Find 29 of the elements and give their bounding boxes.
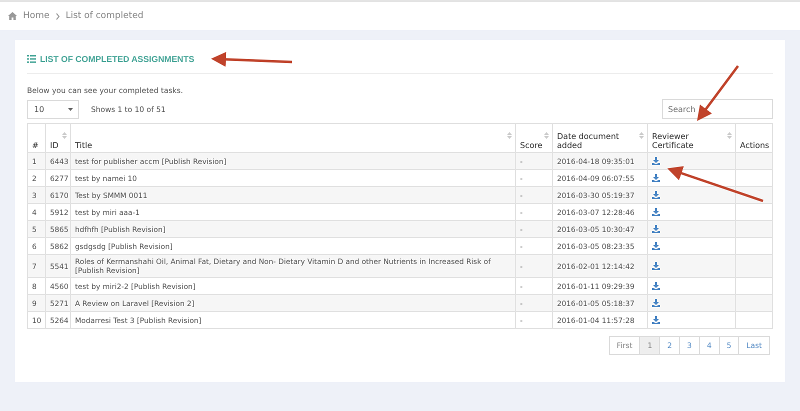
- download-icon[interactable]: [652, 282, 660, 290]
- page-size-select[interactable]: 10: [27, 100, 79, 118]
- download-icon[interactable]: [652, 191, 660, 199]
- download-icon[interactable]: [652, 208, 660, 216]
- breadcrumb-item[interactable]: Home: [23, 11, 50, 21]
- download-icon[interactable]: [652, 242, 660, 250]
- download-icon[interactable]: [652, 316, 660, 324]
- column-header: #: [28, 124, 46, 152]
- breadcrumb-item: List of completed: [66, 11, 144, 21]
- download-icon[interactable]: [652, 262, 660, 270]
- column-header[interactable]: Reviewer Certificate: [648, 124, 736, 152]
- caret-icon: [68, 108, 73, 110]
- sort-icon: [639, 131, 644, 140]
- panel-title: LIST OF COMPLETED ASSIGNMENTS: [40, 54, 194, 64]
- chevron-icon: [56, 12, 60, 20]
- download-icon[interactable]: [652, 299, 660, 307]
- sort-icon: [544, 131, 549, 140]
- download-icon[interactable]: [652, 225, 660, 233]
- sort-icon: [727, 131, 732, 140]
- annotation-arrow: [697, 65, 739, 121]
- sort-icon: [507, 131, 512, 140]
- column-header[interactable]: Date document added: [552, 124, 648, 152]
- download-icon[interactable]: [652, 174, 660, 182]
- column-header[interactable]: Title: [70, 124, 516, 152]
- sort-icon: [62, 131, 67, 140]
- home-icon: [8, 12, 17, 20]
- search-field[interactable]: Search: [662, 99, 773, 119]
- download-icon[interactable]: [652, 157, 660, 165]
- list-icon: [27, 55, 36, 63]
